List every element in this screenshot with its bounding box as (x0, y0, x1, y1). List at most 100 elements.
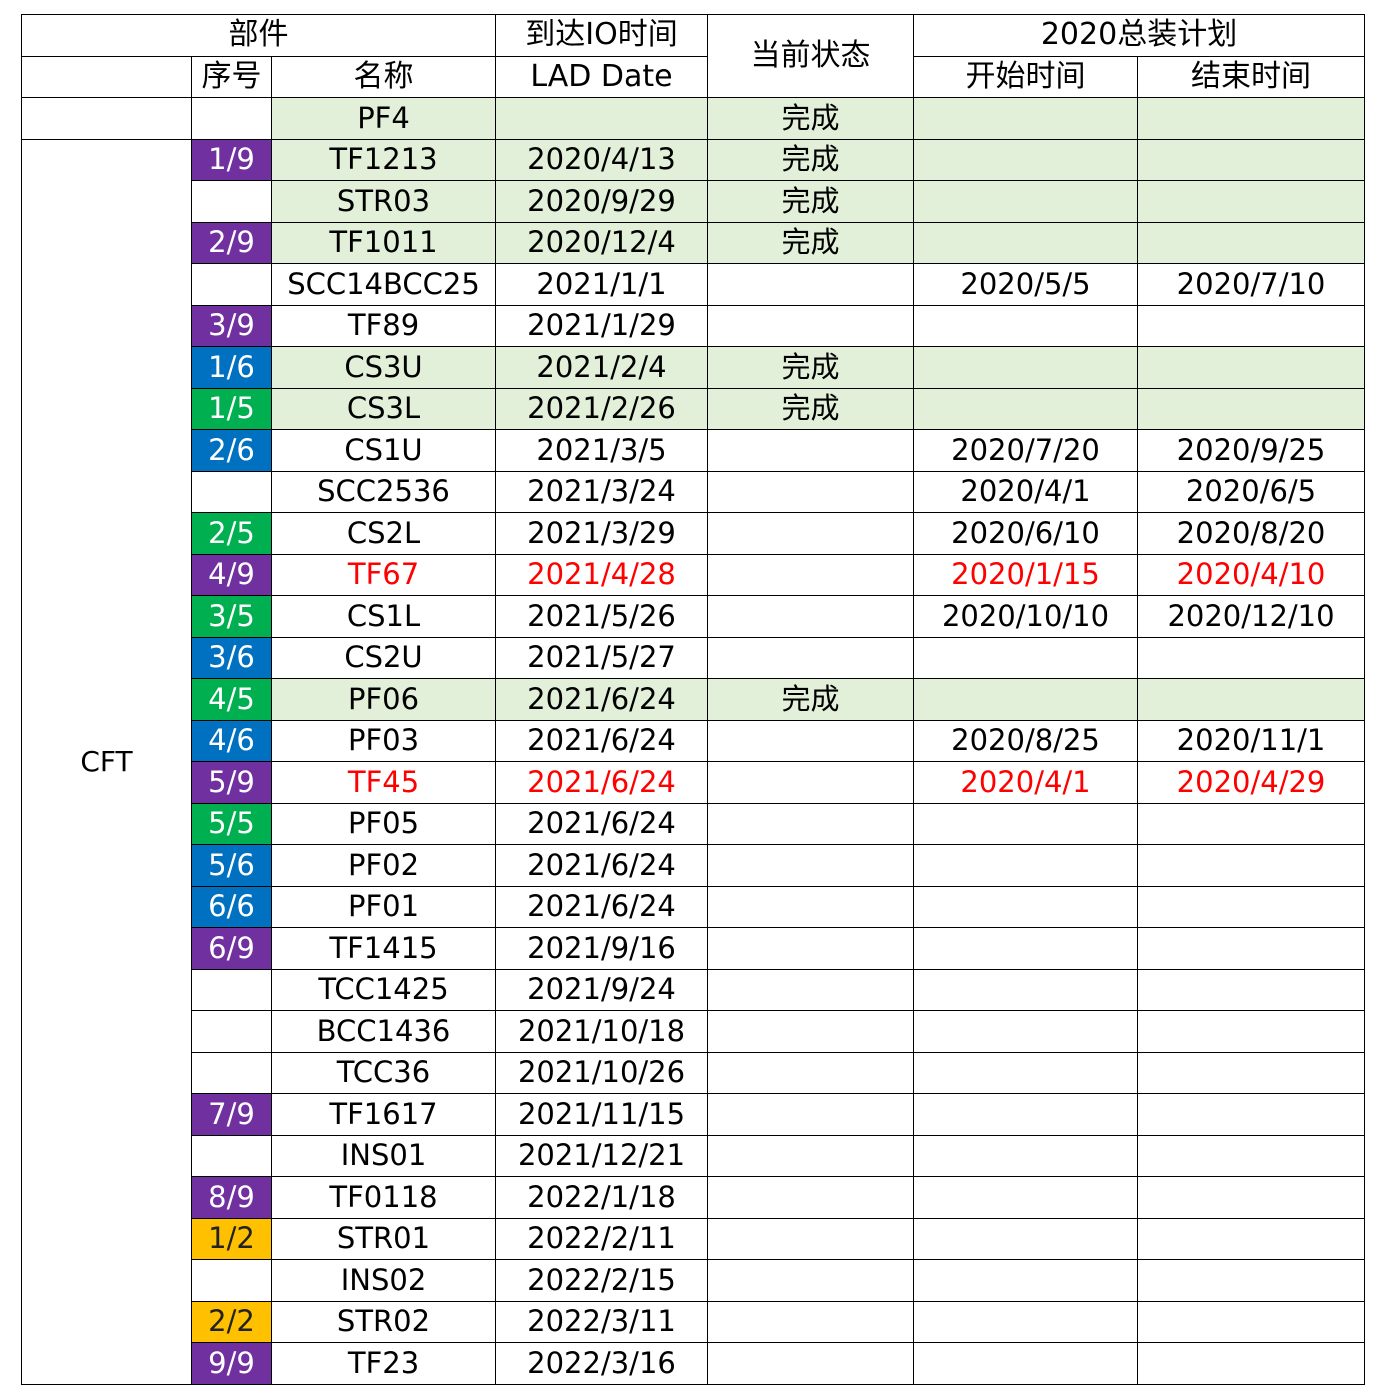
end-cell (1137, 1259, 1366, 1302)
lad-date-cell: 2022/2/11 (495, 1217, 709, 1260)
start-cell (913, 221, 1139, 264)
seq-cell: 1/5 (191, 387, 272, 430)
name-cell: TF89 (270, 304, 497, 347)
end-cell: 2020/6/5 (1137, 470, 1366, 513)
seq-cell: 6/9 (191, 927, 272, 970)
status-cell (707, 885, 915, 928)
start-cell (913, 97, 1139, 140)
seq-cell (191, 180, 272, 223)
table-row: 5/6 PF02 2021/6/24 (22, 844, 1366, 887)
seq-cell: 2/5 (191, 512, 272, 555)
seq-cell (191, 263, 272, 306)
end-cell (1137, 844, 1366, 887)
start-cell: 2020/8/25 (913, 719, 1139, 762)
start-cell (913, 1300, 1139, 1343)
lad-date-cell (495, 97, 709, 140)
seq-cell (191, 1134, 272, 1177)
table-row: 1/5 CS3L 2021/2/26 完成 (22, 387, 1366, 430)
table-row: STR03 2020/9/29 完成 (22, 180, 1366, 223)
end-cell (1137, 1217, 1366, 1260)
table-row: 4/5 PF06 2021/6/24 完成 (22, 678, 1366, 721)
name-cell: PF4 (270, 97, 497, 140)
status-cell (707, 263, 915, 306)
seq-cell (191, 470, 272, 513)
start-cell (913, 138, 1139, 181)
lad-date-cell: 2021/6/24 (495, 844, 709, 887)
name-cell: CS1U (270, 429, 497, 472)
header-row-1: 部件 到达IO时间 当前状态 2020总装计划 (20, 14, 1366, 98)
start-cell (913, 346, 1139, 389)
start-cell: 2020/6/10 (913, 512, 1139, 555)
status-cell (707, 304, 915, 347)
end-cell: 2020/4/10 (1137, 553, 1366, 596)
table-row: 4/9 TF67 2021/4/28 2020/1/15 2020/4/10 (22, 553, 1366, 596)
table-row: 6/6 PF01 2021/6/24 (22, 885, 1366, 928)
end-cell: 2020/8/20 (1137, 512, 1366, 555)
status-cell (707, 1217, 915, 1260)
seq-cell (191, 1010, 272, 1053)
status-cell: 完成 (707, 138, 915, 181)
seq-cell: 9/9 (191, 1342, 272, 1385)
name-cell: CS1L (270, 595, 497, 638)
lad-date-cell: 2022/1/18 (495, 1176, 709, 1219)
table-row: PF4 完成 (21, 97, 1366, 140)
lad-date-cell: 2021/6/24 (495, 678, 709, 721)
end-cell (1137, 387, 1366, 430)
start-cell (913, 1051, 1139, 1094)
lad-date-cell: 2021/6/24 (495, 802, 709, 845)
header-row-2: 序号 名称 LAD Date 开始时间 结束时间 (21, 55, 1366, 98)
name-cell: TF67 (270, 553, 497, 596)
status-cell: 完成 (707, 221, 915, 264)
end-cell: 2020/4/29 (1137, 761, 1366, 804)
plan-header: 2020总装计划 (913, 14, 1366, 57)
lad-date-cell: 2021/5/26 (495, 595, 709, 638)
name-cell: CS2U (270, 636, 497, 679)
part-header: 部件 (20, 14, 497, 57)
table-row: 2/2 STR02 2022/3/11 (22, 1300, 1366, 1343)
name-cell: TF1617 (270, 1093, 497, 1136)
lad-date-cell: 2021/6/24 (495, 885, 709, 928)
seq-cell: 4/6 (191, 719, 272, 762)
start-cell (913, 678, 1139, 721)
io-time-header: 到达IO时间 (495, 14, 709, 57)
status-cell (707, 1051, 915, 1094)
lad-date-cell: 2021/6/24 (495, 719, 709, 762)
name-cell: CS3U (270, 346, 497, 389)
end-cell (1137, 1093, 1366, 1136)
name-cell: STR02 (270, 1300, 497, 1343)
status-cell (707, 429, 915, 472)
lad-date-cell: 2020/9/29 (495, 180, 709, 223)
status-cell: 完成 (707, 346, 915, 389)
end-cell: 2020/12/10 (1137, 595, 1366, 638)
name-cell: PF03 (270, 719, 497, 762)
seq-cell: 2/9 (191, 221, 272, 264)
name-cell: TF23 (270, 1342, 497, 1385)
end-cell: 2020/7/10 (1137, 263, 1366, 306)
name-cell: TCC36 (270, 1051, 497, 1094)
table-row: 1/2 STR01 2022/2/11 (22, 1217, 1366, 1260)
status-cell (707, 968, 915, 1011)
status-cell: 完成 (707, 387, 915, 430)
table-row: CFT 1/9 TF1213 2020/4/13 完成 (21, 138, 1366, 1385)
start-header: 开始时间 (913, 55, 1139, 98)
name-cell: STR01 (270, 1217, 497, 1260)
seq-cell: 2/2 (191, 1300, 272, 1343)
status-cell (707, 636, 915, 679)
status-cell (707, 470, 915, 513)
start-cell (913, 387, 1139, 430)
end-cell: 2020/11/1 (1137, 719, 1366, 762)
start-cell (913, 636, 1139, 679)
end-cell (1137, 1134, 1366, 1177)
lad-date-cell: 2021/10/18 (495, 1010, 709, 1053)
start-cell (913, 1342, 1139, 1385)
end-cell (1137, 97, 1366, 140)
start-cell: 2020/4/1 (913, 470, 1139, 513)
status-cell: 完成 (707, 678, 915, 721)
status-cell (707, 553, 915, 596)
start-cell (913, 1134, 1139, 1177)
lad-date-cell: 2021/3/5 (495, 429, 709, 472)
group-cell-empty (21, 97, 192, 140)
end-cell (1137, 138, 1366, 181)
lad-date-cell: 2022/2/15 (495, 1259, 709, 1302)
table-row: 8/9 TF0118 2022/1/18 (22, 1176, 1366, 1219)
